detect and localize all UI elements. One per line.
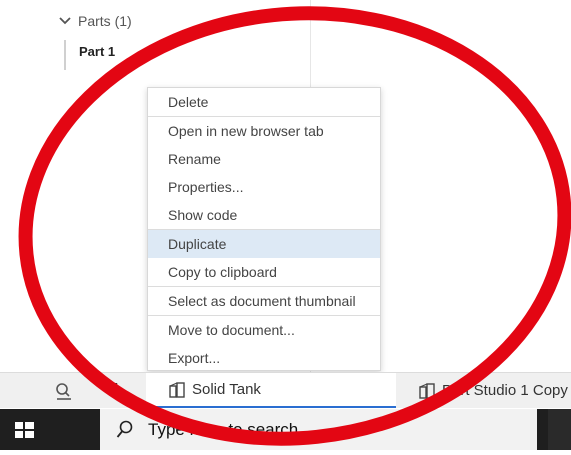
part-list-item[interactable]: Part 1 <box>79 44 115 59</box>
filter-list-icon[interactable] <box>54 381 74 401</box>
chevron-down-icon <box>59 17 71 25</box>
tree-connector <box>64 40 66 70</box>
menu-item-delete[interactable]: Delete <box>148 88 380 116</box>
search-icon <box>116 420 133 438</box>
menu-item-move-to-document[interactable]: Move to document... <box>148 316 380 344</box>
menu-item-copy-clipboard[interactable]: Copy to clipboard <box>148 258 380 286</box>
tab-bar: Solid Tank Part Studio 1 Copy <box>0 372 571 408</box>
taskbar-app-button[interactable] <box>548 409 571 450</box>
windows-logo-icon <box>15 422 34 438</box>
tab-label: Solid Tank <box>192 381 261 398</box>
part-studio-icon <box>169 381 185 398</box>
tab-solid-tank[interactable]: Solid Tank <box>146 373 396 408</box>
tab-label: Part Studio 1 Copy <box>442 382 568 399</box>
menu-item-duplicate[interactable]: Duplicate <box>148 230 380 258</box>
parts-header-label: Parts (1) <box>78 13 132 29</box>
menu-item-rename[interactable]: Rename <box>148 145 380 173</box>
windows-taskbar: Type here to search <box>0 409 571 450</box>
taskbar-search[interactable]: Type here to search <box>100 409 537 450</box>
start-button[interactable] <box>0 409 48 450</box>
menu-item-properties[interactable]: Properties... <box>148 173 380 201</box>
menu-item-open-new-tab[interactable]: Open in new browser tab <box>148 117 380 145</box>
tab-part-studio-copy[interactable]: Part Studio 1 Copy <box>404 373 571 408</box>
add-tab-icon[interactable] <box>106 381 126 401</box>
part-studio-icon <box>419 382 435 399</box>
menu-item-show-code[interactable]: Show code <box>148 201 380 229</box>
menu-item-export[interactable]: Export... <box>148 344 380 372</box>
parts-section-header[interactable]: Parts (1) <box>58 10 132 32</box>
search-placeholder: Type here to search <box>148 419 299 439</box>
context-menu: Delete Open in new browser tab Rename Pr… <box>147 87 381 371</box>
menu-item-select-thumbnail[interactable]: Select as document thumbnail <box>148 287 380 315</box>
